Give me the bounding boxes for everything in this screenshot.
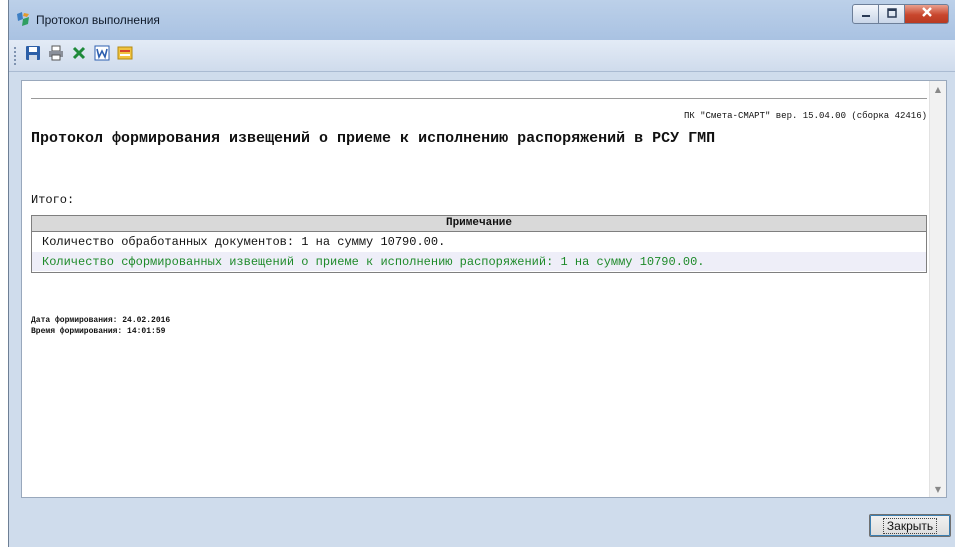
export-word-button[interactable] <box>92 45 112 66</box>
title-bar[interactable]: Протокол выполнения <box>9 0 955 40</box>
save-icon <box>25 45 41 66</box>
export-icon <box>117 45 133 66</box>
print-icon <box>48 45 64 66</box>
scroll-up-icon[interactable]: ▲ <box>930 81 946 97</box>
table-row: Количество сформированных извещений о пр… <box>32 252 926 272</box>
close-button-label: Закрыть <box>882 517 938 534</box>
report-view[interactable]: ПК "Смета-СМАРТ" вер. 15.04.00 (сборка 4… <box>21 80 947 498</box>
notes-table: Примечание Количество обработанных докум… <box>31 215 927 273</box>
report-title: Протокол формирования извещений о приеме… <box>31 130 716 147</box>
report-date: Дата формирования: 24.02.2016 <box>31 316 171 325</box>
export-excel-button[interactable] <box>69 46 89 66</box>
report-version: ПК "Смета-СМАРТ" вер. 15.04.00 (сборка 4… <box>683 111 927 121</box>
notes-header: Примечание <box>32 216 926 232</box>
export-other-button[interactable] <box>115 46 135 66</box>
print-button[interactable] <box>46 45 66 66</box>
window-title: Протокол выполнения <box>36 13 160 27</box>
maximize-icon <box>886 7 897 21</box>
toolbar <box>9 40 955 72</box>
excel-icon <box>71 45 87 66</box>
protocol-window: Протокол выполнения ПК "Смета-СМАРТ" вер… <box>8 0 955 547</box>
close-window-button[interactable] <box>905 4 949 24</box>
scroll-down-icon[interactable]: ▼ <box>930 481 946 497</box>
close-icon <box>921 6 933 22</box>
window-controls <box>852 4 949 26</box>
table-row: Количество обработанных документов: 1 на… <box>32 232 926 252</box>
report-top-rule <box>31 98 927 99</box>
close-button[interactable]: Закрыть <box>869 514 951 537</box>
save-button[interactable] <box>23 46 43 66</box>
toolbar-grip[interactable] <box>14 46 17 65</box>
app-icon <box>15 11 31 27</box>
maximize-button[interactable] <box>879 4 905 24</box>
minimize-button[interactable] <box>852 4 879 24</box>
word-icon <box>94 45 110 66</box>
report-total-label: Итого: <box>31 193 75 207</box>
report-time: Время формирования: 14:01:59 <box>31 327 166 336</box>
minimize-icon <box>861 8 871 21</box>
vertical-scrollbar[interactable]: ▲ ▼ <box>929 81 946 497</box>
